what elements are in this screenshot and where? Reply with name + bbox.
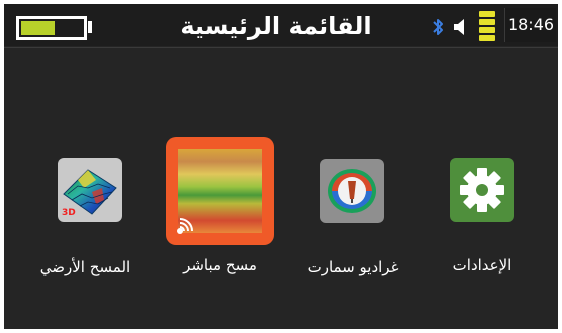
page-title: القائمة الرئيسية [180, 12, 372, 40]
signal-bar [479, 19, 495, 25]
battery-icon [16, 16, 87, 40]
app-label: المسح الأرضي [39, 258, 131, 276]
battery-tip [88, 21, 92, 33]
3d-badge: 3D [62, 208, 76, 218]
status-bar: القائمة الرئيسية 18:46 [4, 4, 558, 46]
app-label: مسح مباشر [183, 256, 257, 274]
clock: 18:46 [504, 8, 556, 42]
live-scan-icon[interactable] [166, 137, 274, 245]
app-label: الإعدادات [452, 256, 512, 274]
gear-icon[interactable] [450, 158, 514, 222]
battery-level [21, 21, 55, 35]
app-label: غراديو سمارت [307, 258, 399, 276]
signal-bar [479, 27, 495, 33]
signal-icon [479, 11, 495, 41]
bluetooth-icon [433, 19, 443, 35]
radar-icon [177, 218, 193, 234]
gradio-smart-icon[interactable] [320, 159, 384, 223]
signal-bar [479, 11, 495, 17]
speaker-icon [454, 19, 464, 35]
status-bar-divider [4, 47, 558, 48]
ground-scan-3d-icon[interactable]: 3D [58, 158, 122, 222]
signal-bar [479, 35, 495, 41]
main-screen: القائمة الرئيسية 18:46 3D المسح الأرضي م… [4, 4, 558, 329]
time-text: 18:46 [507, 15, 555, 34]
